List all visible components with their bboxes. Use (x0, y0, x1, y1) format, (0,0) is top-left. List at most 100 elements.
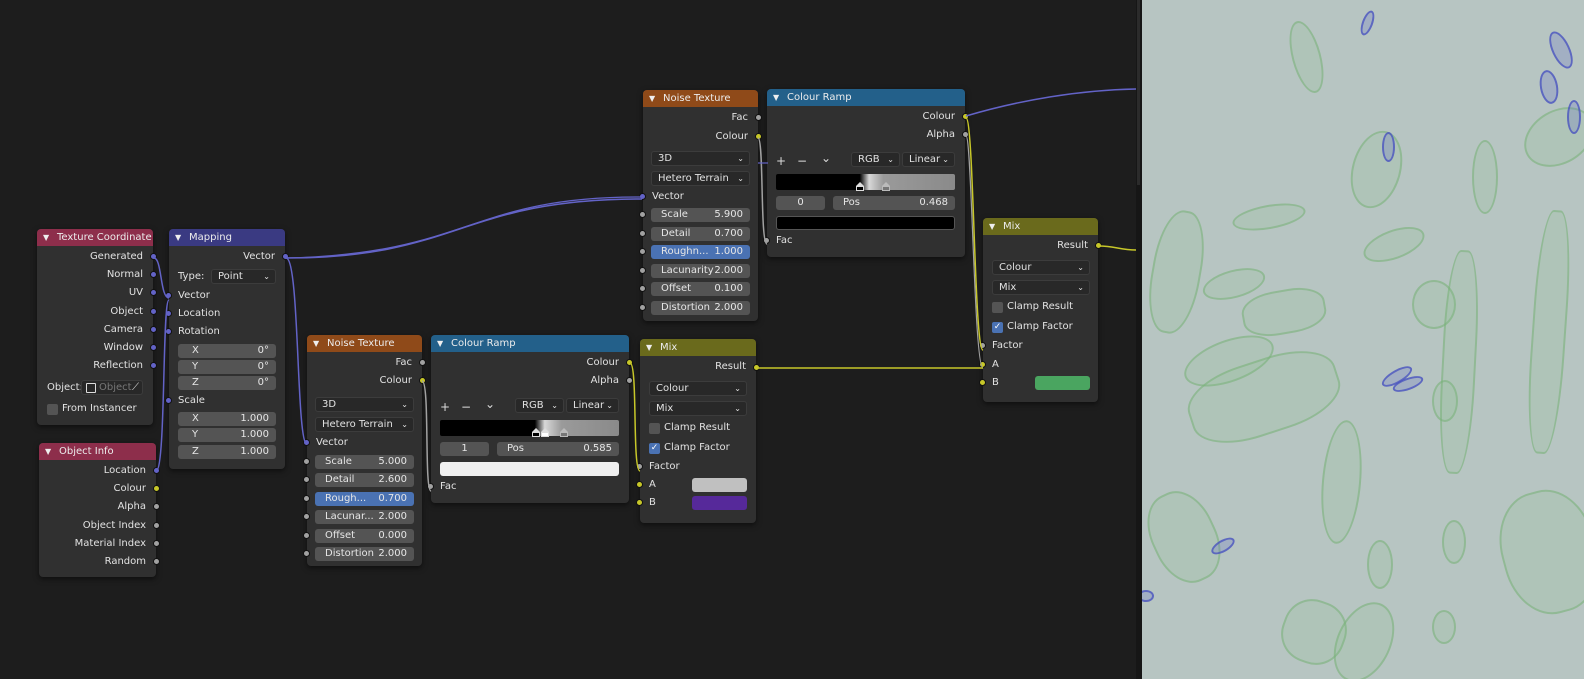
socket-normal[interactable] (150, 271, 157, 278)
mix-node-bottom[interactable]: ▼ Mix Result Colour ⌄ Mix ⌄ Clamp Result ✓ … (636, 339, 760, 523)
socket-fac[interactable] (419, 359, 426, 366)
socket-alpha[interactable] (962, 131, 969, 138)
scale-z-field[interactable]: Z 1.000 (178, 445, 276, 459)
add-stop-button[interactable]: + (440, 401, 450, 413)
scale-field[interactable]: Scale 5.900 (651, 208, 750, 222)
chevron-down-icon[interactable]: ▼ (989, 218, 999, 235)
stop-position-field[interactable]: Pos 0.468 (833, 196, 955, 210)
object-info-node[interactable]: ▼ Object Info Location Colour Alpha Objec… (39, 443, 160, 577)
a-colour-swatch[interactable] (692, 478, 747, 492)
rotation-x-field[interactable]: X 0° (178, 344, 276, 358)
type-dropdown[interactable]: Hetero Terrain ⌄ (315, 417, 414, 432)
chevron-down-icon[interactable]: ▼ (437, 335, 447, 352)
socket-offset[interactable] (639, 285, 646, 292)
socket-result[interactable] (753, 364, 760, 371)
node-header[interactable]: ▼ Mix (983, 218, 1098, 235)
b-colour-swatch[interactable] (692, 496, 747, 510)
socket-roughness[interactable] (303, 495, 310, 502)
socket-camera[interactable] (150, 326, 157, 333)
socket-fac[interactable] (763, 237, 770, 244)
texture-coordinate-node[interactable]: ▼ Texture Coordinate Generated Normal UV … (37, 229, 157, 425)
dimensions-dropdown[interactable]: 3D ⌄ (315, 397, 414, 412)
socket-generated[interactable] (150, 253, 157, 260)
lacunarity-field[interactable]: Lacunar... 2.000 (315, 510, 414, 524)
noise-texture-node-bottom[interactable]: ▼ Noise Texture Fac Colour 3D ⌄ Hetero Ter… (303, 335, 426, 566)
socket-object[interactable] (150, 308, 157, 315)
socket-reflection[interactable] (150, 362, 157, 369)
socket-lacunarity[interactable] (303, 513, 310, 520)
ramp-stop[interactable] (856, 182, 864, 191)
b-colour-swatch[interactable] (1035, 376, 1090, 390)
socket-detail[interactable] (303, 476, 310, 483)
socket-b[interactable] (979, 379, 986, 386)
socket-object-index[interactable] (153, 522, 160, 529)
socket-alpha[interactable] (153, 503, 160, 510)
ramp-menu-button[interactable]: ⌄ (821, 152, 831, 164)
node-header[interactable]: ▼ Colour Ramp (431, 335, 629, 352)
node-header[interactable]: ▼ Noise Texture (643, 90, 758, 107)
chevron-down-icon[interactable]: ▼ (313, 335, 323, 352)
colour-ramp-bar[interactable] (440, 420, 619, 437)
socket-factor[interactable] (636, 463, 643, 470)
socket-fac[interactable] (755, 114, 762, 121)
socket-material-index[interactable] (153, 540, 160, 547)
add-stop-button[interactable]: + (776, 155, 786, 167)
socket-alpha[interactable] (626, 377, 633, 384)
lacunarity-field[interactable]: Lacunarity 2.000 (651, 264, 750, 278)
colour-ramp-node-bottom[interactable]: ▼ Colour Ramp Colour Alpha + − ⌄ RGB ⌄ Lin… (427, 335, 633, 503)
blend-mode-dropdown[interactable]: Mix ⌄ (992, 280, 1090, 295)
socket-roughness[interactable] (639, 248, 646, 255)
scale-x-field[interactable]: X 1.000 (178, 412, 276, 426)
dimensions-dropdown[interactable]: 3D ⌄ (651, 151, 750, 166)
chevron-down-icon[interactable]: ▼ (773, 89, 783, 106)
roughness-field[interactable]: Roughn... 1.000 (651, 245, 750, 259)
scale-field[interactable]: Scale 5.000 (315, 455, 414, 469)
rotation-y-field[interactable]: Y 0° (178, 360, 276, 374)
socket-factor[interactable] (979, 342, 986, 349)
chevron-down-icon[interactable]: ▼ (45, 443, 55, 460)
stop-colour-swatch[interactable] (440, 462, 619, 476)
colour-ramp-node-top[interactable]: ▼ Colour Ramp Colour Alpha + − ⌄ RGB ⌄ Lin… (763, 89, 969, 257)
distortion-field[interactable]: Distortion 2.000 (651, 301, 750, 315)
mix-node-top[interactable]: ▼ Mix Result Colour ⌄ Mix ⌄ Clamp Result ✓ … (979, 218, 1102, 402)
blend-mode-dropdown[interactable]: Mix ⌄ (649, 401, 747, 416)
socket-colour[interactable] (419, 377, 426, 384)
socket-b[interactable] (636, 499, 643, 506)
distortion-field[interactable]: Distortion 2.000 (315, 547, 414, 561)
stop-colour-swatch[interactable] (776, 216, 955, 230)
mapping-node[interactable]: ▼ Mapping Vector Type: Point ⌄ Vector Loca… (165, 229, 289, 469)
color-mode-dropdown[interactable]: RGB ⌄ (515, 398, 564, 413)
ramp-menu-button[interactable]: ⌄ (485, 398, 495, 410)
socket-scale[interactable] (303, 458, 310, 465)
eyedropper-icon[interactable]: ⟋ (132, 381, 139, 394)
socket-fac[interactable] (427, 483, 434, 490)
data-type-dropdown[interactable]: Colour ⌄ (992, 260, 1090, 275)
node-header[interactable]: ▼ Colour Ramp (767, 89, 965, 106)
socket-input-rotation[interactable] (165, 328, 172, 335)
socket-a[interactable] (636, 481, 643, 488)
socket-scale[interactable] (639, 211, 646, 218)
remove-stop-button[interactable]: − (461, 401, 471, 413)
offset-field[interactable]: Offset 0.100 (651, 282, 750, 296)
ramp-stop[interactable] (532, 428, 540, 437)
node-header[interactable]: ▼ Mix (640, 339, 756, 356)
ramp-stop[interactable] (541, 428, 549, 437)
socket-input-location[interactable] (165, 310, 172, 317)
chevron-down-icon[interactable]: ▼ (175, 229, 185, 246)
socket-lacunarity[interactable] (639, 267, 646, 274)
socket-result[interactable] (1095, 242, 1102, 249)
chevron-down-icon[interactable]: ▼ (649, 90, 659, 107)
socket-a[interactable] (979, 361, 986, 368)
noise-texture-node-top[interactable]: ▼ Noise Texture Fac Colour 3D ⌄ Hetero Ter… (639, 90, 762, 321)
stop-index-field[interactable]: 1 (440, 442, 489, 456)
from-instancer-checkbox[interactable] (47, 404, 58, 415)
viewport-preview[interactable] (1142, 0, 1584, 679)
socket-colour[interactable] (755, 133, 762, 140)
socket-colour[interactable] (962, 113, 969, 120)
clamp-factor-checkbox[interactable]: ✓ (992, 322, 1003, 333)
socket-vector[interactable] (639, 193, 646, 200)
clamp-result-checkbox[interactable] (649, 423, 660, 434)
ramp-stop[interactable] (882, 182, 890, 191)
socket-distortion[interactable] (303, 550, 310, 557)
data-type-dropdown[interactable]: Colour ⌄ (649, 381, 747, 396)
